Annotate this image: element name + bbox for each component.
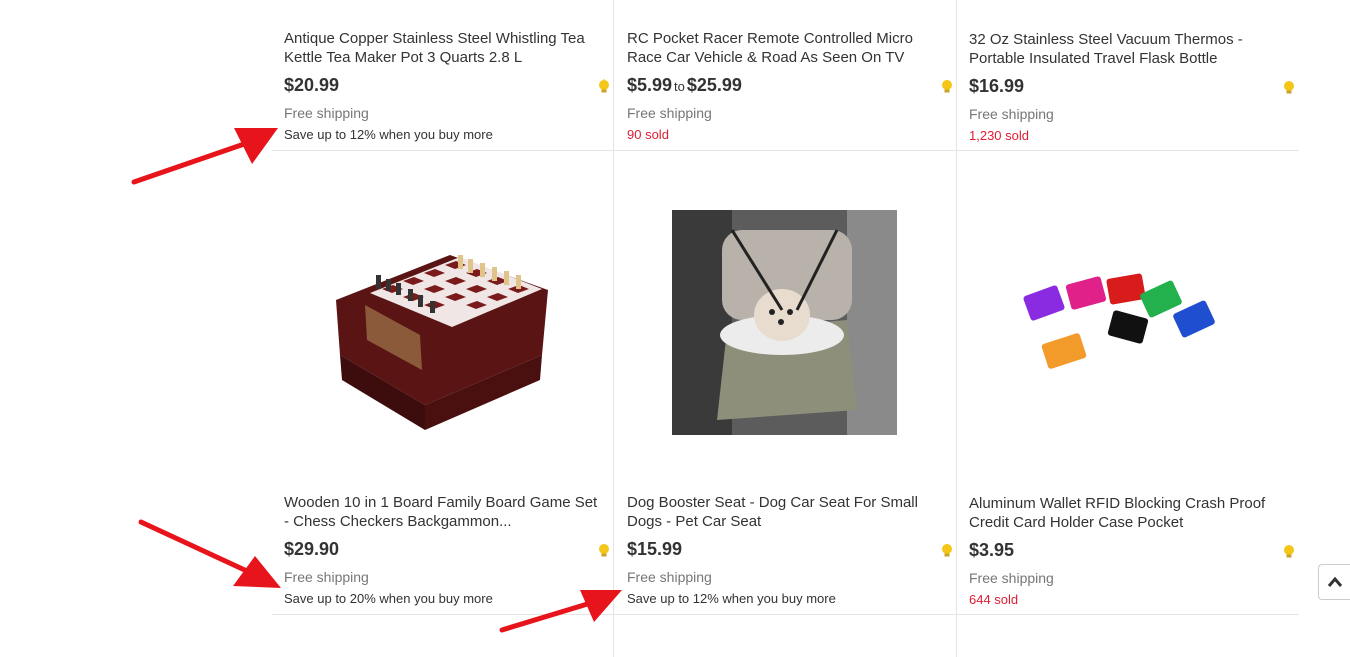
shipping-text: Free shipping [284,105,369,121]
volume-discount-text: Save up to 12% when you buy more [627,591,836,606]
price-high: $25.99 [686,75,742,95]
product-price: $20.99 [284,75,340,95]
row-divider [272,150,1299,151]
shipping-text: Free shipping [627,569,712,585]
lightbulb-icon [1284,81,1294,94]
product-title-link[interactable]: Wooden 10 in 1 Board Family Board Game S… [284,493,604,531]
product-card[interactable]: 32 Oz Stainless Steel Vacuum Thermos - P… [969,30,1311,144]
lightbulb-icon [942,544,952,557]
red-arrow [138,519,281,588]
shipping-text: Free shipping [969,106,1054,122]
product-price: $3.95 [969,540,1015,560]
product-price-range: $5.99 to $25.99 [627,75,742,95]
shipping-text: Free shipping [627,105,712,121]
sold-count: 644 sold [969,592,1019,607]
product-card[interactable]: Antique Copper Stainless Steel Whistling… [284,29,626,143]
product-card[interactable]: Wooden 10 in 1 Board Family Board Game S… [284,493,626,607]
product-title-link[interactable]: Antique Copper Stainless Steel Whistling… [284,29,604,67]
product-card[interactable]: RC Pocket Racer Remote Controlled Micro … [627,29,969,143]
product-price: $16.99 [969,76,1025,96]
volume-discount-text: Save up to 12% when you buy more [284,127,493,142]
product-price: $15.99 [627,539,683,559]
lightbulb-icon [599,79,609,93]
product-title-link[interactable]: 32 Oz Stainless Steel Vacuum Thermos - P… [969,30,1289,68]
dog-car-seat-image[interactable] [672,210,897,435]
sold-count: 90 sold [627,127,669,142]
volume-discount-text: Save up to 20% when you buy more [284,591,493,606]
card-wallets-image[interactable] [1018,258,1240,388]
lightbulb-icon [942,80,952,93]
product-price: $29.90 [284,539,340,559]
red-arrow [131,128,278,185]
price-low: $5.99 [627,75,673,95]
product-title-link[interactable]: RC Pocket Racer Remote Controlled Micro … [627,29,947,67]
product-title-link[interactable]: Dog Booster Seat - Dog Car Seat For Smal… [627,493,947,531]
product-card[interactable]: Aluminum Wallet RFID Blocking Crash Proo… [969,494,1311,608]
product-card[interactable]: Dog Booster Seat - Dog Car Seat For Smal… [627,493,969,607]
chess-board-image[interactable] [330,245,552,435]
lightbulb-icon [1284,545,1294,558]
row-divider [272,614,1299,615]
shipping-text: Free shipping [969,570,1054,586]
price-to: to [674,79,685,94]
chevron-up-icon [1327,576,1342,587]
lightbulb-icon [599,544,609,557]
shipping-text: Free shipping [284,569,369,585]
scroll-to-top-button[interactable] [1318,564,1350,600]
sold-count: 1,230 sold [969,128,1029,143]
product-title-link[interactable]: Aluminum Wallet RFID Blocking Crash Proo… [969,494,1289,532]
